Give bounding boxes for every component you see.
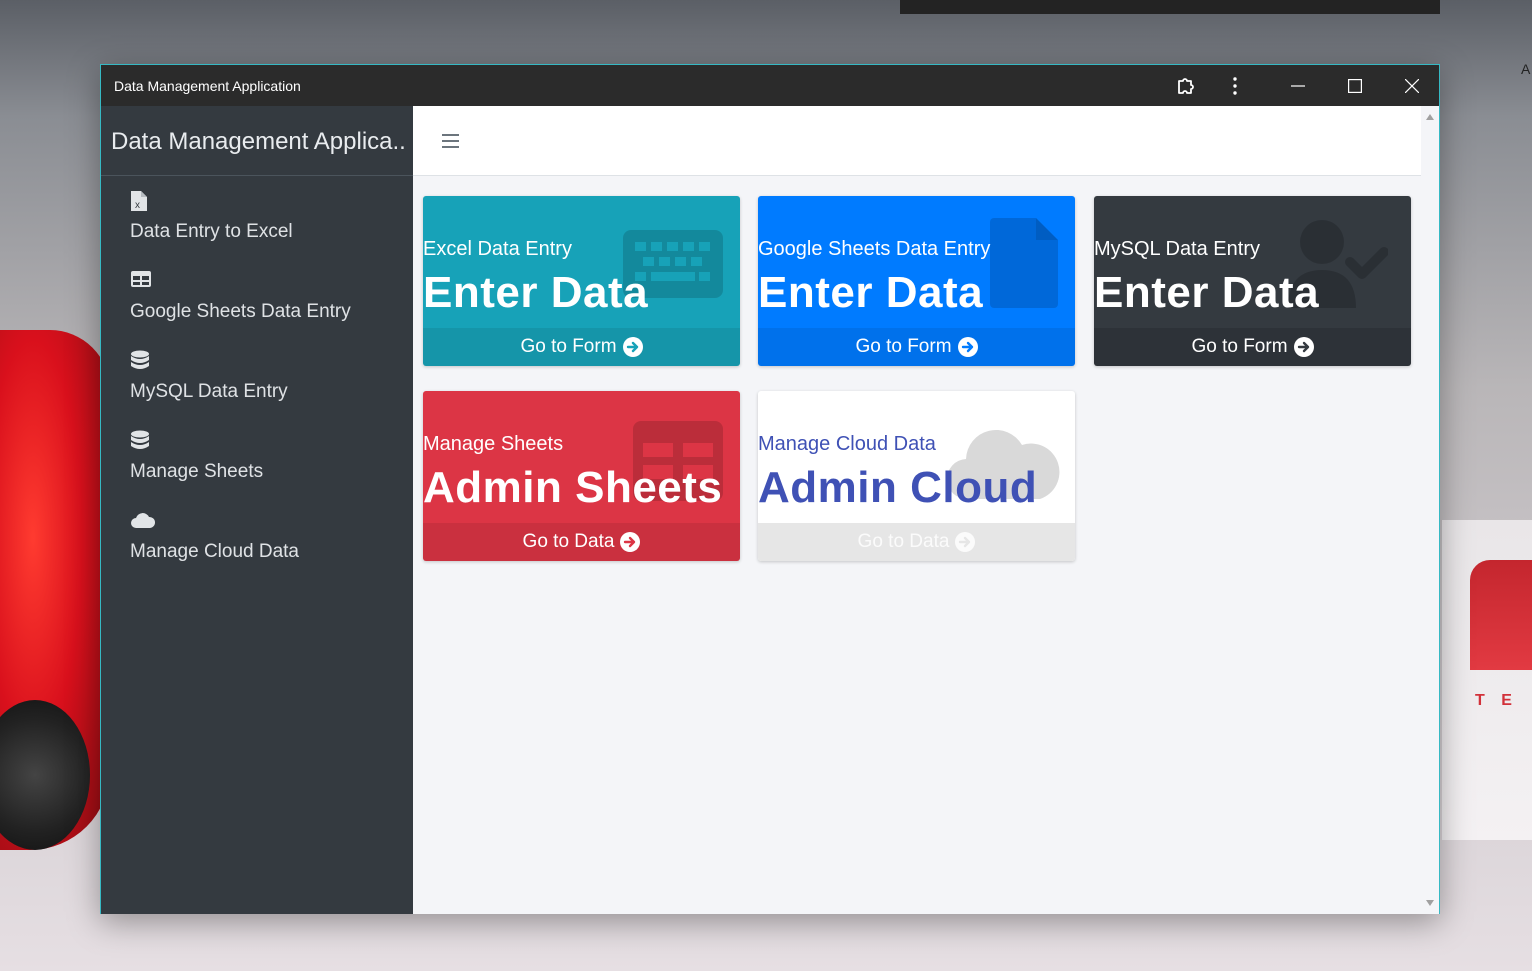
- sidebar-item-label: Data Entry to Excel: [130, 221, 293, 242]
- card-google-sheets-data-entry: Google Sheets Data Entry Enter Data Go t…: [758, 196, 1075, 366]
- arrow-circle-right-icon: [955, 532, 976, 552]
- menu-toggle-button[interactable]: [441, 132, 461, 150]
- card-footer-link[interactable]: Go to Form: [423, 328, 740, 366]
- maximize-icon: [1348, 78, 1362, 93]
- card-footer-link[interactable]: Go to Data: [758, 523, 1075, 561]
- card-subtitle: Manage Sheets: [423, 433, 564, 455]
- scroll-up-icon[interactable]: [1426, 114, 1434, 120]
- arrow-circle-right-icon: [1293, 337, 1314, 357]
- sidebar-item-manage-cloud[interactable]: Manage Cloud Data: [101, 496, 413, 576]
- svg-text:x: x: [135, 200, 140, 211]
- extension-button[interactable]: [1163, 65, 1209, 106]
- sidebar: Data Management Applica.. x Data Entry t…: [101, 106, 413, 914]
- arrow-circle-right-icon: [622, 337, 643, 357]
- sidebar-item-label: MySQL Data Entry: [130, 381, 288, 402]
- vertical-scrollbar[interactable]: [1421, 106, 1439, 914]
- sidebar-brand[interactable]: Data Management Applica..: [101, 106, 413, 176]
- title-bar: Data Management Application: [101, 65, 1439, 106]
- sidebar-item-mysql[interactable]: MySQL Data Entry: [101, 336, 413, 416]
- window-title: Data Management Application: [114, 78, 301, 94]
- sidebar-item-label: Manage Sheets: [130, 461, 264, 482]
- close-icon: [1405, 78, 1419, 93]
- table-icon: [130, 270, 152, 292]
- sidebar-item-manage-sheets[interactable]: Manage Sheets: [101, 416, 413, 496]
- card-subtitle: Excel Data Entry: [423, 238, 572, 260]
- card-footer-link[interactable]: Go to Form: [758, 328, 1075, 366]
- hamburger-icon: [442, 134, 459, 148]
- card-subtitle: Google Sheets Data Entry: [758, 238, 991, 260]
- card-title: Enter Data: [758, 268, 984, 317]
- main-content: Excel Data Entry Enter Data Go to Form G…: [413, 106, 1439, 914]
- card-footer-label: Go to Data: [857, 531, 950, 552]
- card-excel-data-entry: Excel Data Entry Enter Data Go to Form: [423, 196, 740, 366]
- minimize-button[interactable]: [1275, 65, 1321, 106]
- background-decoration: [900, 0, 1440, 14]
- card-footer-label: Go to Form: [1191, 336, 1288, 357]
- card-title: Admin Sheets: [423, 463, 723, 512]
- database-icon: [130, 350, 152, 372]
- card-subtitle: MySQL Data Entry: [1094, 238, 1260, 260]
- minimize-icon: [1291, 79, 1305, 93]
- card-footer-label: Go to Data: [522, 531, 615, 552]
- extension-icon: [1176, 76, 1196, 96]
- card-footer-label: Go to Form: [520, 336, 617, 357]
- card-title: Enter Data: [423, 268, 649, 317]
- excel-file-icon: x: [130, 190, 152, 212]
- arrow-circle-right-icon: [620, 532, 641, 552]
- card-manage-cloud-data: Manage Cloud Data Admin Cloud Go to Data: [758, 391, 1075, 561]
- close-button[interactable]: [1389, 65, 1435, 106]
- card-mysql-data-entry: MySQL Data Entry Enter Data Go to Form: [1094, 196, 1411, 366]
- card-footer-link[interactable]: Go to Data: [423, 523, 740, 561]
- sidebar-item-label: Google Sheets Data Entry: [130, 301, 351, 322]
- scroll-down-icon[interactable]: [1426, 900, 1434, 906]
- card-footer-label: Go to Form: [855, 336, 952, 357]
- card-title: Enter Data: [1094, 268, 1320, 317]
- sidebar-item-label: Manage Cloud Data: [130, 541, 299, 562]
- arrow-circle-right-icon: [957, 337, 978, 357]
- card-subtitle: Manage Cloud Data: [758, 433, 936, 455]
- maximize-button[interactable]: [1332, 65, 1378, 106]
- card-title: Admin Cloud: [758, 463, 1038, 512]
- more-options-button[interactable]: [1212, 65, 1258, 106]
- card-manage-sheets: Manage Sheets Admin Sheets Go to Data: [423, 391, 740, 561]
- card-footer-link[interactable]: Go to Form: [1094, 328, 1411, 366]
- cloud-icon: [130, 510, 156, 532]
- database-icon: [130, 430, 152, 452]
- sidebar-item-google-sheets[interactable]: Google Sheets Data Entry: [101, 256, 413, 336]
- app-window: Data Management Application Data Managem…: [100, 64, 1440, 914]
- background-charger-text: T E: [1475, 692, 1518, 709]
- file-icon: [990, 218, 1058, 313]
- sidebar-item-excel[interactable]: x Data Entry to Excel: [101, 176, 413, 256]
- background-charger-logo: [1470, 560, 1532, 670]
- top-navbar: [413, 106, 1421, 176]
- background-edge-text: A: [1521, 61, 1531, 77]
- more-vertical-icon: [1232, 76, 1238, 95]
